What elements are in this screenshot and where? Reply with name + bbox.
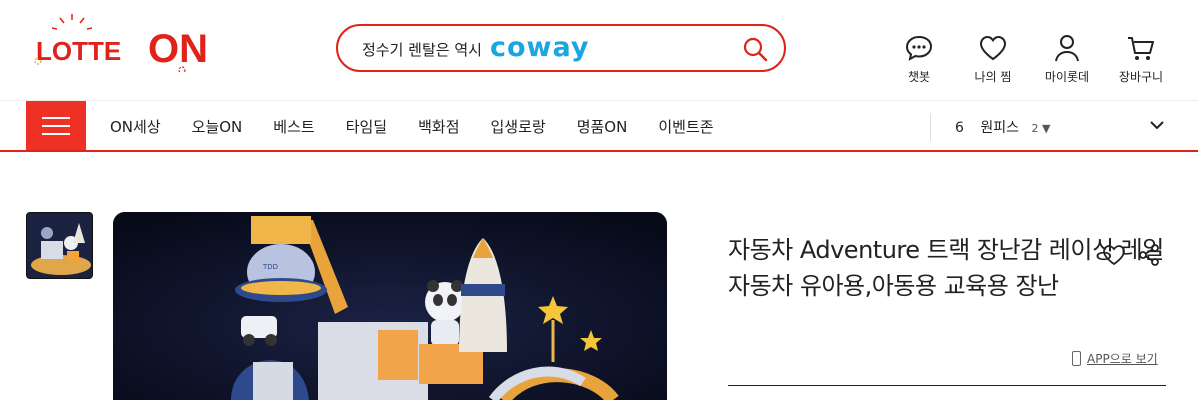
cart-button[interactable]: 장바구니	[1105, 34, 1177, 85]
cart-icon	[1128, 37, 1154, 60]
product-thumbnail[interactable]	[26, 212, 93, 279]
lotte-on-logo[interactable]: LOTTE ON	[32, 8, 232, 74]
logo-on-text: ON	[148, 27, 208, 71]
hamburger-icon[interactable]	[26, 101, 86, 150]
share-icon[interactable]	[1138, 244, 1160, 271]
search-bar[interactable]: 정수기 렌탈은 역시 coway	[336, 24, 786, 72]
view-in-app-label: APP으로 보기	[1087, 352, 1158, 366]
mobile-device-icon	[1072, 351, 1081, 366]
view-in-app-link[interactable]: APP으로 보기	[1072, 350, 1158, 367]
search-promo-brand: coway	[490, 32, 590, 63]
heart-icon	[979, 35, 1007, 61]
product-main-image[interactable]: TDD	[113, 212, 667, 400]
nav-item-event-zone[interactable]: 이벤트존	[658, 116, 713, 137]
trending-change: 2 ▼	[1031, 122, 1051, 135]
nav-item-ysl[interactable]: 입생로랑	[491, 116, 546, 137]
nav-divider	[930, 113, 931, 141]
wishlist-button[interactable]: 나의 찜	[957, 34, 1029, 85]
chevron-down-icon[interactable]	[1149, 117, 1165, 138]
wishlist-label: 나의 찜	[974, 70, 1012, 84]
heart-icon[interactable]	[1102, 244, 1126, 271]
my-lotte-label: 마이롯데	[1044, 70, 1090, 84]
down-triangle-icon: ▼	[1041, 122, 1051, 135]
user-icon	[1055, 35, 1079, 62]
nav-item-on-world[interactable]: ON세상	[110, 116, 161, 137]
chat-icon	[905, 35, 933, 61]
logo-lotte-text: LOTTE	[36, 36, 121, 66]
search-promo-text: 정수기 렌탈은 역시	[362, 41, 482, 59]
nav-item-time-deal[interactable]: 타임딜	[346, 116, 387, 137]
nav-item-today-on[interactable]: 오늘ON	[192, 116, 243, 137]
site-header: LOTTE ON 정수기 렌탈은 역시 coway 챗봇 나의 찜 마이롯데 장…	[0, 0, 1198, 101]
section-divider	[728, 385, 1166, 386]
nav-menu: ON세상 오늘ON 베스트 타임딜 백화점 입생로랑 명품ON 이벤트존	[110, 116, 745, 137]
chatbot-label: 챗봇	[907, 70, 931, 84]
trending-keyword[interactable]: 6 원피스 2 ▼	[955, 117, 1050, 137]
nav-item-luxury-on[interactable]: 명품ON	[577, 116, 628, 137]
trending-rank: 6	[955, 120, 964, 136]
nav-item-department-store[interactable]: 백화점	[418, 116, 459, 137]
product-actions	[1102, 244, 1160, 271]
cart-label: 장바구니	[1118, 70, 1164, 84]
category-nav: ON세상 오늘ON 베스트 타임딜 백화점 입생로랑 명품ON 이벤트존 6 원…	[0, 101, 1198, 152]
trending-keyword-text: 원피스	[980, 120, 1020, 136]
nav-item-best[interactable]: 베스트	[273, 116, 314, 137]
chatbot-button[interactable]: 챗봇	[883, 34, 955, 85]
svg-text:TDD: TDD	[262, 263, 278, 271]
search-icon[interactable]	[742, 36, 768, 62]
my-lotte-button[interactable]: 마이롯데	[1031, 34, 1103, 85]
